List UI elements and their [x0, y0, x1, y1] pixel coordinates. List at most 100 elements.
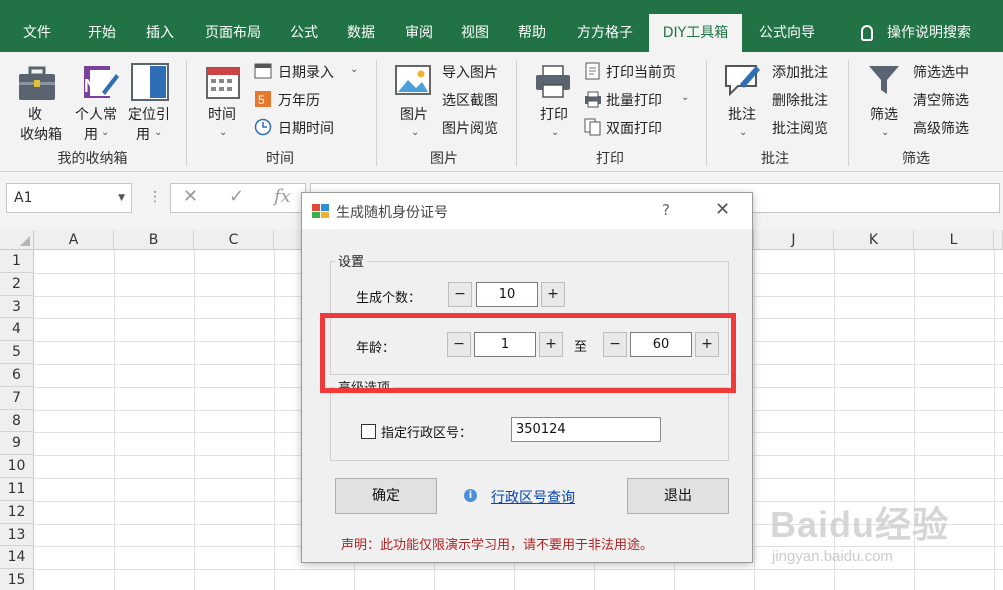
- batch-print-icon: [585, 91, 601, 108]
- cancel-icon[interactable]: ✕: [183, 186, 198, 207]
- select-all-corner[interactable]: [0, 230, 34, 250]
- tab-diy-toolbox[interactable]: DIY工具箱: [649, 14, 742, 52]
- chevron-down-icon: ⌄: [681, 92, 690, 103]
- group-label-filter: 筛选: [902, 151, 930, 167]
- column-header[interactable]: K: [834, 230, 914, 250]
- btn-filter-selected[interactable]: 筛选选中: [913, 62, 969, 82]
- btn-print-current-page[interactable]: 打印当前页: [606, 62, 676, 82]
- btn-personal-label-2[interactable]: 用: [84, 124, 98, 144]
- row-header[interactable]: 7: [0, 386, 34, 410]
- count-input[interactable]: 10: [476, 282, 538, 307]
- btn-clear-filter[interactable]: 清空筛选: [913, 90, 969, 110]
- tab-formula-wizard[interactable]: 公式向导: [748, 14, 826, 52]
- region-code-input[interactable]: 350124: [511, 417, 661, 442]
- btn-view-comment[interactable]: 批注阅览: [772, 118, 828, 138]
- clock-icon: [254, 118, 272, 136]
- btn-duplex-print[interactable]: 双面打印: [606, 118, 662, 138]
- printer-icon: [536, 65, 570, 98]
- lightbulb-icon: [861, 25, 873, 41]
- tab-file[interactable]: 文件: [10, 14, 64, 52]
- btn-perpetual-calendar[interactable]: 万年历: [278, 90, 320, 110]
- btn-print-label[interactable]: 打印: [540, 104, 568, 124]
- row-header[interactable]: 15: [0, 569, 34, 590]
- help-button[interactable]: ?: [662, 201, 670, 219]
- column-header[interactable]: [994, 230, 1003, 250]
- row-header[interactable]: 14: [0, 546, 34, 570]
- duplex-print-icon: [584, 118, 601, 136]
- grid-line: [834, 250, 835, 590]
- btn-filter-label[interactable]: 筛选: [870, 104, 898, 124]
- row-header[interactable]: 12: [0, 500, 34, 524]
- chevron-down-icon: ⌄: [411, 127, 420, 138]
- btn-add-comment[interactable]: 添加批注: [772, 62, 828, 82]
- btn-time-label[interactable]: 时间: [208, 104, 236, 124]
- row-header[interactable]: 11: [0, 478, 34, 501]
- group-label-picture: 图片: [430, 151, 458, 167]
- chevron-down-icon: ⌄: [739, 127, 748, 138]
- row-header[interactable]: 10: [0, 455, 34, 478]
- region-checkbox[interactable]: [361, 424, 376, 439]
- btn-advanced-filter[interactable]: 高级筛选: [913, 118, 969, 138]
- app-icon: [312, 204, 329, 218]
- column-header[interactable]: L: [914, 230, 994, 250]
- group-separator: [186, 60, 187, 166]
- column-header[interactable]: A: [34, 230, 114, 250]
- column-header[interactable]: J: [754, 230, 834, 250]
- row-header[interactable]: 9: [0, 432, 34, 456]
- grid-line: [994, 250, 995, 590]
- name-box[interactable]: A1 ▼: [6, 183, 132, 213]
- comment-icon: [725, 65, 760, 97]
- confirm-icon[interactable]: ✓: [229, 186, 244, 207]
- btn-comment-label[interactable]: 批注: [728, 104, 756, 124]
- more-dots-icon: ⋮: [148, 189, 162, 205]
- region-code-lookup-link[interactable]: 行政区号查询: [491, 487, 575, 507]
- group-separator: [376, 60, 377, 166]
- perpetual-calendar-icon: 5: [255, 91, 271, 107]
- btn-date-entry[interactable]: 日期录入: [278, 62, 334, 82]
- row-header[interactable]: 8: [0, 409, 34, 433]
- btn-region-screenshot[interactable]: 选区截图: [442, 90, 498, 110]
- btn-locate-label-1[interactable]: 定位引: [128, 104, 170, 124]
- btn-import-picture[interactable]: 导入图片: [442, 62, 498, 82]
- fx-icon[interactable]: fx: [274, 186, 291, 207]
- tab-insert[interactable]: 插入: [132, 14, 188, 52]
- tab-home[interactable]: 开始: [74, 14, 130, 52]
- btn-delete-comment[interactable]: 删除批注: [772, 90, 828, 110]
- btn-toolbox-label-2[interactable]: 收纳箱: [20, 124, 62, 144]
- btn-batch-print[interactable]: 批量打印: [606, 90, 662, 110]
- tab-review[interactable]: 审阅: [394, 14, 444, 52]
- tab-help[interactable]: 帮助: [507, 14, 557, 52]
- btn-picture-viewer[interactable]: 图片阅览: [442, 118, 498, 138]
- row-header[interactable]: 1: [0, 250, 34, 273]
- tab-page-layout[interactable]: 页面布局: [194, 14, 272, 52]
- count-decrement-button[interactable]: −: [448, 282, 472, 307]
- exit-button[interactable]: 退出: [627, 478, 729, 514]
- picture-icon: [395, 65, 431, 95]
- row-header[interactable]: 4: [0, 318, 34, 342]
- grid-line: [914, 250, 915, 590]
- dialog-titlebar[interactable]: 生成随机身份证号 ? ✕: [302, 193, 752, 229]
- row-header[interactable]: 6: [0, 364, 34, 387]
- tab-fangfang[interactable]: 方方格子: [566, 14, 644, 52]
- tab-data[interactable]: 数据: [336, 14, 386, 52]
- row-header[interactable]: 2: [0, 272, 34, 296]
- btn-toolbox-label-1[interactable]: 收: [28, 104, 42, 124]
- btn-datetime[interactable]: 日期时间: [278, 118, 334, 138]
- btn-picture-label[interactable]: 图片: [400, 104, 428, 124]
- row-header[interactable]: 13: [0, 523, 34, 547]
- tab-view[interactable]: 视图: [450, 14, 500, 52]
- btn-locate-label-2[interactable]: 用: [136, 124, 150, 144]
- tab-search[interactable]: 操作说明搜索: [846, 14, 986, 52]
- chevron-down-icon: ⌄: [551, 127, 560, 138]
- search-label: 操作说明搜索: [887, 25, 971, 41]
- ok-button[interactable]: 确定: [335, 478, 437, 514]
- column-header[interactable]: B: [114, 230, 194, 250]
- count-increment-button[interactable]: +: [541, 282, 565, 307]
- group-label-comment: 批注: [761, 151, 789, 167]
- btn-personal-label-1[interactable]: 个人常: [75, 104, 117, 124]
- row-header[interactable]: 5: [0, 341, 34, 364]
- column-header[interactable]: C: [194, 230, 274, 250]
- row-header[interactable]: 3: [0, 295, 34, 319]
- tab-formulas[interactable]: 公式: [280, 14, 328, 52]
- close-button[interactable]: ✕: [715, 199, 730, 220]
